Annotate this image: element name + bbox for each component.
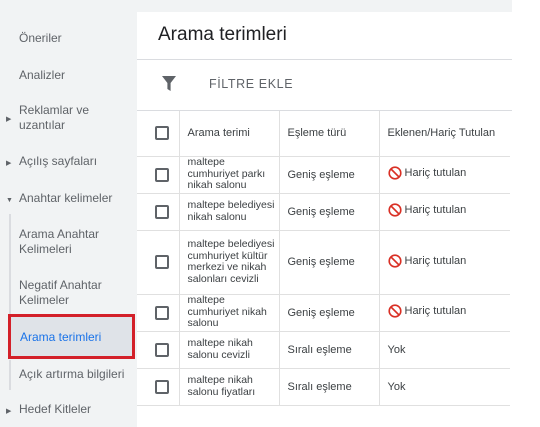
row-checkbox-cell (137, 156, 180, 194)
sidebar-item-arama-terimleri[interactable]: Arama terimleri (8, 314, 135, 359)
row-checkbox[interactable] (155, 204, 169, 219)
match-type-cell: Geniş eşleme (279, 156, 380, 194)
match-type-cell: Sıralı eşleme (279, 331, 380, 369)
status-badge: Hariç tutulan (387, 253, 467, 268)
status-cell: Hariç tutulan (379, 193, 510, 231)
status-badge: Hariç tutulan (387, 304, 467, 318)
row-checkbox[interactable] (155, 342, 169, 357)
status-cell: Hariç tutulan (379, 230, 510, 295)
status-cell: Hariç tutulan (379, 294, 510, 332)
sidebar-item-label: Hedef Kitleler (19, 402, 92, 416)
status-badge: Yok (388, 344, 406, 356)
column-header-term[interactable]: Arama terimi (179, 111, 280, 157)
search-term-text: maltepe nikah salonu fiyatları (187, 374, 256, 398)
filter-icon[interactable] (162, 76, 176, 92)
table-row: maltepe cumhuriyet nikah salonu Geniş eşl… (137, 294, 510, 332)
sidebar: Öneriler Analizler ▶ Reklamlar ve uzantı… (0, 0, 137, 427)
search-term-text: maltepe nikah salonu cevizli (187, 337, 253, 361)
submenu-rail (9, 360, 11, 390)
search-term-text: maltepe belediyesi cumhuriyet kültür mer… (187, 238, 275, 285)
search-term-cell: maltepe nikah salonu fiyatları (179, 368, 280, 406)
row-checkbox-cell (137, 294, 180, 332)
status-cell: Yok (379, 331, 510, 369)
search-term-cell: maltepe belediyesi nikah salonu (179, 193, 280, 231)
table-row: maltepe nikah salonu fiyatları Sıralı eşl… (137, 368, 510, 406)
match-type-cell: Geniş eşleme (279, 193, 380, 231)
row-checkbox-cell (137, 331, 180, 369)
ban-icon (387, 203, 402, 217)
ban-icon (387, 253, 402, 268)
ban-icon (387, 166, 402, 180)
header-checkbox-cell (137, 111, 180, 157)
status-badge: Hariç tutulan (387, 203, 467, 217)
submenu-rail (9, 214, 11, 314)
table-header-row: Arama terimi Eşleme türü Eklenen/Hariç T… (137, 111, 510, 157)
main-panel: Arama terimleri FİLTRE EKLE Arama terimi… (137, 0, 540, 427)
sidebar-item-label: Açık artırma bilgileri (19, 367, 125, 381)
table-row: maltepe belediyesi nikah salonu Geniş eşl… (137, 193, 510, 231)
sidebar-item-label: Arama Anahtar Kelimeleri (19, 227, 100, 256)
chevron-right-icon: ▶ (6, 116, 12, 123)
search-term-text: maltepe belediyesi nikah salonu (187, 199, 275, 223)
sidebar-item-label: Reklamlar ve uzantılar (19, 103, 90, 132)
sidebar-item-label: Öneriler (19, 31, 62, 45)
column-header-match-type[interactable]: Eşleme türü (279, 111, 380, 157)
search-term-cell: maltepe cumhuriyet nikah salonu (179, 294, 280, 332)
sidebar-item-label: Analizler (19, 68, 66, 82)
ban-icon (387, 304, 402, 318)
row-checkbox[interactable] (155, 255, 169, 269)
search-term-cell: maltepe cumhuriyet parkı nikah salonu (179, 156, 280, 194)
search-term-text: maltepe cumhuriyet parkı nikah salonu (187, 156, 266, 192)
status-text: Hariç tutulan (404, 254, 467, 267)
status-text: Hariç tutulan (404, 305, 467, 317)
top-strip (137, 0, 512, 12)
row-checkbox-cell (137, 193, 180, 231)
sidebar-item-label: Açılış sayfaları (19, 154, 98, 168)
status-text: Yok (387, 343, 406, 356)
row-checkbox-cell (137, 230, 180, 295)
status-text: Hariç tutulan (404, 167, 467, 179)
page-title: Arama terimleri (158, 24, 287, 45)
row-checkbox[interactable] (155, 379, 169, 394)
status-cell: Yok (379, 368, 510, 406)
row-checkbox[interactable] (155, 167, 169, 182)
match-type-cell: Sıralı eşleme (279, 368, 380, 406)
match-type-cell: Geniş eşleme (279, 230, 380, 295)
table-row: maltepe belediyesi cumhuriyet kültür mer… (137, 230, 510, 295)
search-term-cell: maltepe nikah salonu cevizli (179, 331, 280, 369)
status-badge: Yok (388, 381, 406, 393)
search-term-cell: maltepe belediyesi cumhuriyet kültür mer… (179, 230, 280, 295)
divider (137, 59, 512, 60)
status-text: Yok (387, 380, 406, 393)
column-header-added-excluded[interactable]: Eklenen/Hariç Tutulan (379, 111, 510, 157)
row-checkbox[interactable] (155, 305, 169, 320)
status-badge: Hariç tutulan (387, 166, 467, 180)
select-all-checkbox[interactable] (155, 126, 169, 141)
status-cell: Hariç tutulan (379, 156, 510, 194)
search-terms-table: Arama terimi Eşleme türü Eklenen/Hariç T… (137, 111, 510, 406)
match-type-cell: Geniş eşleme (279, 294, 380, 332)
table-row: maltepe cumhuriyet parkı nikah salonu Gen… (137, 156, 510, 194)
add-filter-button[interactable]: FİLTRE EKLE (209, 77, 293, 91)
status-text: Hariç tutulan (404, 204, 467, 216)
search-term-text: maltepe cumhuriyet nikah salonu (187, 294, 267, 330)
table-row: maltepe nikah salonu cevizli Sıralı eşlem… (137, 331, 510, 369)
row-checkbox-cell (137, 368, 180, 406)
chevron-down-icon: ▼ (6, 197, 13, 204)
sidebar-item-label: Negatif Anahtar Kelimeler (19, 278, 102, 307)
chevron-right-icon: ▶ (6, 160, 12, 167)
sidebar-item-label: Anahtar kelimeler (19, 191, 113, 205)
chevron-right-icon: ▶ (6, 408, 12, 415)
sidebar-item-label: Arama terimleri (20, 330, 102, 344)
